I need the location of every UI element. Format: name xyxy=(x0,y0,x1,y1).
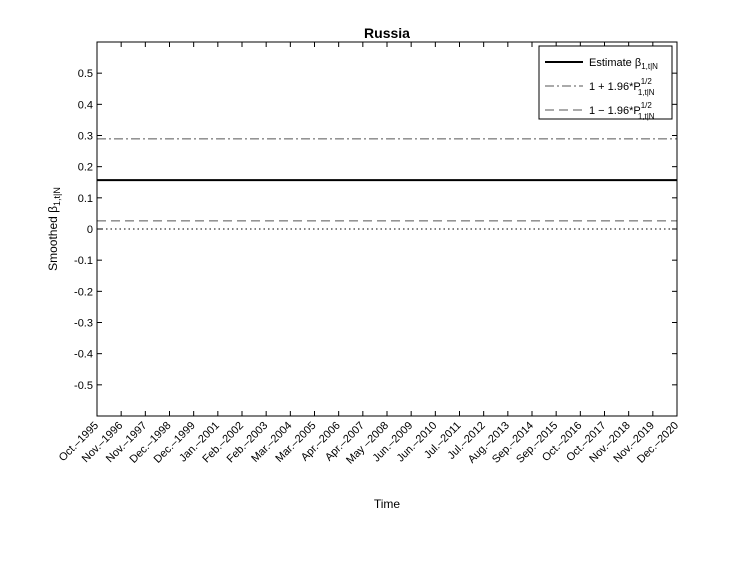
legend-label-sub: 1,t|N xyxy=(638,112,655,121)
y-tick-label: 0.3 xyxy=(78,131,93,143)
legend-label-main: 1 − 1.96*P xyxy=(589,105,641,117)
y-tick-label: -0.3 xyxy=(74,318,93,330)
y-tick-label: -0.4 xyxy=(74,349,93,361)
y-axis-label-sub: 1,t|N xyxy=(52,187,62,206)
y-tick-label: 0.5 xyxy=(78,68,93,80)
legend-label-sub: 1,t|N xyxy=(638,88,655,97)
y-tick-label: 0 xyxy=(87,224,93,236)
chart-title: Russia xyxy=(364,25,410,41)
chart-svg: 0.50.40.30.20.10-0.1-0.2-0.3-0.4-0.5 Oct… xyxy=(46,25,681,511)
y-tick-label: -0.2 xyxy=(74,286,93,298)
legend-label-sup: 1/2 xyxy=(641,101,653,110)
legend-label-sub: 1,t|N xyxy=(641,62,658,71)
y-axis-label-main: Smoothed β xyxy=(46,206,60,271)
y-tick-label: -0.5 xyxy=(74,380,93,392)
legend-label-sup: 1/2 xyxy=(641,77,653,86)
legend-label-main: 1 + 1.96*P xyxy=(589,81,641,93)
legend-label-main: Estimate β xyxy=(589,57,641,69)
y-tick-label: 0.2 xyxy=(78,162,93,174)
y-tick-label: 0.1 xyxy=(78,193,93,205)
y-axis-label: Smoothed β1,t|N xyxy=(46,187,62,271)
y-tick-label: 0.4 xyxy=(78,99,93,111)
y-tick-label: -0.1 xyxy=(74,255,93,267)
legend: Estimate β1,t|N1 + 1.96*P1/2 1,t|N1 − 1.9… xyxy=(538,45,673,121)
x-axis-label: Time xyxy=(374,497,401,511)
